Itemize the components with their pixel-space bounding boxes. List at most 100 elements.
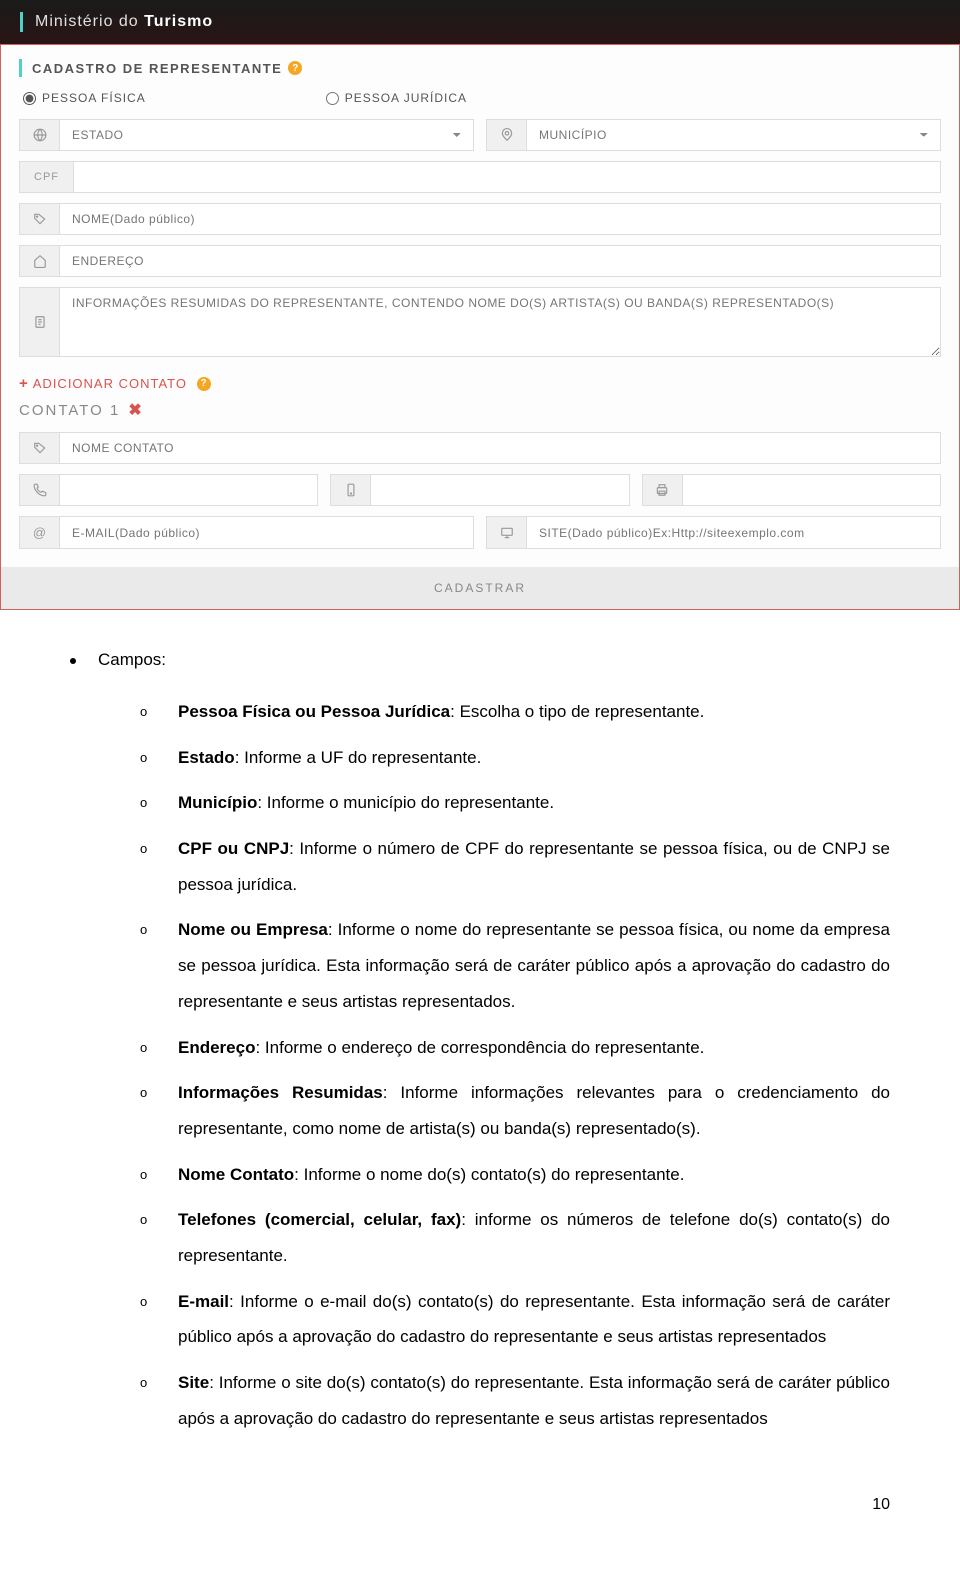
- list-item: o Estado: Informe a UF do representante.: [140, 740, 890, 776]
- list-item: o Site: Informe o site do(s) contato(s) d…: [140, 1365, 890, 1436]
- nome-input[interactable]: [59, 203, 941, 235]
- nome-contato-group: [19, 432, 941, 464]
- help-icon-contact[interactable]: ?: [197, 377, 211, 391]
- person-type-radios: PESSOA FÍSICA PESSOA JURÍDICA: [19, 91, 941, 105]
- nome-contato-row: [19, 432, 941, 464]
- nome-row: [19, 203, 941, 235]
- list-item: o Nome ou Empresa: Informe o nome do repr…: [140, 912, 890, 1019]
- plus-icon: +: [19, 375, 29, 392]
- sub-bullet: o: [140, 1161, 152, 1193]
- ministry-bold: Turismo: [144, 13, 213, 30]
- bullet-dot: [70, 658, 76, 664]
- add-contact-label: ADICIONAR CONTATO: [33, 376, 187, 391]
- cpf-input[interactable]: [73, 161, 941, 193]
- cpf-row: CPF: [19, 161, 941, 193]
- cpf-label: CPF: [19, 161, 73, 193]
- item-text: Pessoa Física ou Pessoa Jurídica: Escolh…: [178, 694, 890, 730]
- phone-icon: [19, 474, 59, 506]
- header-accent: [20, 12, 23, 32]
- add-contact-button[interactable]: + ADICIONAR CONTATO ?: [19, 375, 941, 392]
- sub-bullet: o: [140, 835, 152, 902]
- tag-icon: [19, 203, 59, 235]
- section-title: CADASTRO DE REPRESENTANTE: [32, 61, 282, 76]
- monitor-icon: [486, 516, 526, 549]
- radio-pessoa-fisica[interactable]: PESSOA FÍSICA: [23, 91, 146, 105]
- endereco-row: [19, 245, 941, 277]
- sub-bullet: o: [140, 698, 152, 730]
- contact-header-label: CONTATO 1: [19, 402, 120, 419]
- item-text: Nome ou Empresa: Informe o nome do repre…: [178, 912, 890, 1019]
- help-icon[interactable]: ?: [288, 61, 302, 75]
- endereco-group: [19, 245, 941, 277]
- item-text: Endereço: Informe o endereço de correspo…: [178, 1030, 890, 1066]
- fax-icon: [642, 474, 682, 506]
- sub-bullet: o: [140, 1079, 152, 1146]
- item-text: CPF ou CNPJ: Informe o número de CPF do …: [178, 831, 890, 902]
- sub-bullet: o: [140, 1034, 152, 1066]
- contact-header: CONTATO 1 ✖: [19, 400, 941, 420]
- list-item: o Nome Contato: Informe o nome do(s) cont…: [140, 1157, 890, 1193]
- item-text: E-mail: Informe o e-mail do(s) contato(s…: [178, 1284, 890, 1355]
- phones-row: [19, 474, 941, 506]
- campos-label: Campos:: [98, 650, 166, 670]
- sub-bullet: o: [140, 789, 152, 821]
- item-text: Site: Informe o site do(s) contato(s) do…: [178, 1365, 890, 1436]
- cadastrar-button[interactable]: CADASTRAR: [1, 567, 959, 609]
- mobile-group: [330, 474, 629, 506]
- info-row: [19, 287, 941, 357]
- mobile-input[interactable]: [370, 474, 629, 506]
- home-icon: [19, 245, 59, 277]
- site-group: [486, 516, 941, 549]
- info-group: [19, 287, 941, 357]
- item-text: Município: Informe o município do repres…: [178, 785, 890, 821]
- sub-bullet: o: [140, 1288, 152, 1355]
- list-item: o Pessoa Física ou Pessoa Jurídica: Escol…: [140, 694, 890, 730]
- tag-icon-2: [19, 432, 59, 464]
- email-site-row: @: [19, 516, 941, 549]
- municipio-group: MUNICÍPIO: [486, 119, 941, 151]
- ministry-title: Ministério do Turismo: [35, 13, 213, 31]
- ministry-header: Ministério do Turismo: [0, 0, 960, 44]
- municipio-select[interactable]: MUNICÍPIO: [526, 119, 941, 151]
- phone-group: [19, 474, 318, 506]
- radio-fisica-label: PESSOA FÍSICA: [42, 91, 146, 105]
- radio-juridica-input[interactable]: [326, 92, 339, 105]
- item-text: Nome Contato: Informe o nome do(s) conta…: [178, 1157, 890, 1193]
- document-content: Campos: o Pessoa Física ou Pessoa Jurídic…: [0, 610, 960, 1476]
- radio-fisica-input[interactable]: [23, 92, 36, 105]
- info-textarea[interactable]: [59, 287, 941, 357]
- list-item: o Endereço: Informe o endereço de corresp…: [140, 1030, 890, 1066]
- at-icon: @: [19, 516, 59, 549]
- radio-juridica-label: PESSOA JURÍDICA: [345, 91, 467, 105]
- section-title-row: CADASTRO DE REPRESENTANTE ?: [19, 59, 941, 77]
- pin-icon: [486, 119, 526, 151]
- estado-select[interactable]: ESTADO: [59, 119, 474, 151]
- fields-list: o Pessoa Física ou Pessoa Jurídica: Escol…: [140, 694, 890, 1436]
- submit-row: CADASTRAR: [1, 567, 959, 609]
- sub-bullet: o: [140, 916, 152, 1019]
- location-row: ESTADO MUNICÍPIO: [19, 119, 941, 151]
- page-number: 10: [0, 1476, 960, 1534]
- remove-contact-icon[interactable]: ✖: [128, 400, 143, 420]
- site-input[interactable]: [526, 516, 941, 549]
- estado-group: ESTADO: [19, 119, 474, 151]
- registration-form: CADASTRO DE REPRESENTANTE ? PESSOA FÍSIC…: [0, 44, 960, 610]
- item-text: Telefones (comercial, celular, fax): inf…: [178, 1202, 890, 1273]
- sub-bullet: o: [140, 744, 152, 776]
- campos-bullet: Campos:: [70, 650, 890, 670]
- endereco-input[interactable]: [59, 245, 941, 277]
- item-text: Estado: Informe a UF do representante.: [178, 740, 890, 776]
- globe-icon: [19, 119, 59, 151]
- phone-input[interactable]: [59, 474, 318, 506]
- ministry-prefix: Ministério do: [35, 13, 144, 30]
- sub-bullet: o: [140, 1369, 152, 1436]
- section-accent: [19, 59, 22, 77]
- list-item: o E-mail: Informe o e-mail do(s) contato(…: [140, 1284, 890, 1355]
- nome-contato-input[interactable]: [59, 432, 941, 464]
- fax-input[interactable]: [682, 474, 941, 506]
- email-input[interactable]: [59, 516, 474, 549]
- radio-pessoa-juridica[interactable]: PESSOA JURÍDICA: [326, 91, 467, 105]
- item-text: Informações Resumidas: Informe informaçõ…: [178, 1075, 890, 1146]
- cpf-group: CPF: [19, 161, 941, 193]
- list-item: oTelefones (comercial, celular, fax): in…: [140, 1202, 890, 1273]
